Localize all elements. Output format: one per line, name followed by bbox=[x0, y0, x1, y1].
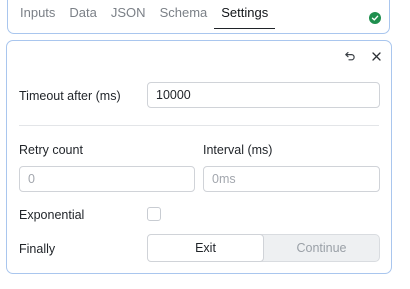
tab-schema[interactable]: Schema bbox=[153, 4, 215, 29]
tab-inputs[interactable]: Inputs bbox=[20, 4, 62, 29]
retry-count-label: Retry count bbox=[19, 143, 83, 157]
tab-json[interactable]: JSON bbox=[104, 4, 153, 29]
tab-data[interactable]: Data bbox=[62, 4, 103, 29]
divider bbox=[19, 125, 379, 126]
tab-bar: Inputs Data JSON Schema Settings bbox=[20, 4, 276, 29]
finally-label: Finally bbox=[19, 242, 56, 256]
panel-actions bbox=[343, 49, 383, 63]
tab-settings[interactable]: Settings bbox=[214, 4, 276, 29]
undo-icon[interactable] bbox=[343, 49, 357, 63]
interval-input[interactable] bbox=[203, 166, 380, 192]
timeout-label: Timeout after (ms) bbox=[19, 89, 121, 103]
finally-segmented-control: Exit Continue bbox=[147, 234, 380, 262]
settings-panel: Timeout after (ms) Retry count Interval … bbox=[6, 40, 392, 274]
retry-count-input[interactable] bbox=[19, 166, 195, 192]
interval-label: Interval (ms) bbox=[203, 143, 273, 157]
check-circle-icon bbox=[369, 12, 381, 24]
finally-option-continue[interactable]: Continue bbox=[264, 235, 379, 261]
finally-option-exit[interactable]: Exit bbox=[147, 234, 264, 262]
close-icon[interactable] bbox=[369, 49, 383, 63]
node-tabs-panel: Inputs Data JSON Schema Settings bbox=[7, 0, 390, 34]
timeout-input[interactable] bbox=[147, 82, 380, 108]
exponential-checkbox[interactable] bbox=[147, 207, 161, 221]
exponential-label: Exponential bbox=[19, 208, 85, 222]
